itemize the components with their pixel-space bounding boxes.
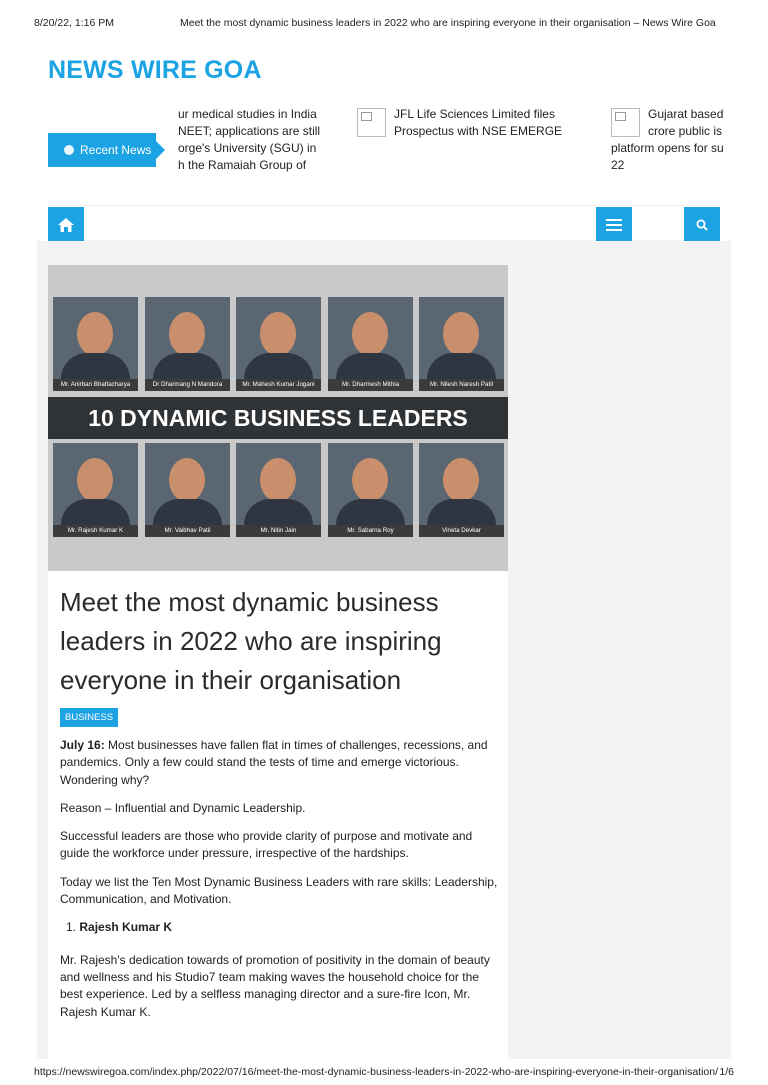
broken-image-icon bbox=[611, 108, 640, 137]
ticker-line: orge's University (SGU) in bbox=[178, 141, 317, 155]
article-body: July 16: Most businesses have fallen fla… bbox=[60, 737, 498, 1032]
leader-name: Mr. Vaibhav Patil bbox=[145, 525, 230, 537]
ticker-line: Prospectus with NSE EMERGE bbox=[394, 124, 563, 138]
paragraph: Reason – Influential and Dynamic Leaders… bbox=[60, 800, 306, 815]
ticker-line: Gujarat based bbox=[648, 107, 724, 121]
hamburger-menu-icon bbox=[606, 218, 622, 231]
ticker-line: crore public is bbox=[648, 124, 723, 138]
featured-image[interactable]: Mr. Anirban Bhattacharya Dr Dharmang N M… bbox=[48, 265, 508, 571]
leader-name: Mr. Anirban Bhattacharya bbox=[53, 379, 138, 391]
leader-name: Mr. Nilesh Naresh Patil bbox=[419, 379, 504, 391]
circle-icon bbox=[64, 145, 74, 155]
list-number: 1. bbox=[66, 920, 77, 935]
print-url: https://newswiregoa.com/index.php/2022/0… bbox=[34, 1066, 719, 1078]
recent-news-button[interactable]: Recent News bbox=[48, 133, 165, 167]
leader-photo: Mr. Dharmesh Mithia bbox=[328, 297, 413, 391]
ticker-item[interactable]: Gujarat based crore public is platform o… bbox=[611, 106, 724, 174]
search-button[interactable] bbox=[684, 207, 720, 242]
search-icon bbox=[696, 219, 708, 231]
leader-name: Mr. Dharmesh Mithia bbox=[328, 379, 413, 391]
hero-banner-title: 10 DYNAMIC BUSINESS LEADERS bbox=[48, 397, 508, 439]
ticker-line: platform opens for su bbox=[611, 141, 724, 155]
leader-photo: Mr. Vaibhav Patil bbox=[145, 443, 230, 537]
leader-photo: Mr. Nilesh Naresh Patil bbox=[419, 297, 504, 391]
lead-paragraph: July 16: Most businesses have fallen fla… bbox=[60, 737, 498, 789]
ticker-item[interactable]: JFL Life Sciences Limited files Prospect… bbox=[357, 106, 567, 140]
menu-button[interactable] bbox=[596, 207, 632, 242]
leader-name: Dr Dharmang N Mandora bbox=[145, 379, 230, 391]
broken-image-icon bbox=[357, 108, 386, 137]
ticker-line: h the Ramaiah Group of bbox=[178, 158, 307, 172]
leader-photo: Mr. Anirban Bhattacharya bbox=[53, 297, 138, 391]
ticker-line: ur medical studies in India bbox=[178, 107, 317, 121]
news-ticker: ur medical studies in India NEET; applic… bbox=[172, 106, 724, 178]
leader-photo: Vineta Devkar bbox=[419, 443, 504, 537]
list-item-title: Rajesh Kumar K bbox=[79, 920, 173, 935]
leader-photo: Dr Dharmang N Mandora bbox=[145, 297, 230, 391]
leader-photo: Mr. Rajesh Kumar K bbox=[53, 443, 138, 537]
ticker-item[interactable]: ur medical studies in India NEET; applic… bbox=[178, 106, 326, 174]
print-page-number: 1/6 bbox=[719, 1066, 734, 1078]
article-card: Mr. Anirban Bhattacharya Dr Dharmang N M… bbox=[48, 265, 508, 1059]
leader-name: Mr. Mahesh Kumar Jogani bbox=[236, 379, 321, 391]
category-badge[interactable]: BUSINESS bbox=[60, 708, 119, 727]
leader-name: Mr. Sabarna Roy bbox=[328, 525, 413, 537]
leader-photo: Mr. Mahesh Kumar Jogani bbox=[236, 297, 321, 391]
leader-photo: Mr. Nitin Jain bbox=[236, 443, 321, 537]
home-button[interactable] bbox=[48, 207, 84, 242]
ticker-line: NEET; applications are still bbox=[178, 124, 321, 138]
paragraph: Successful leaders are those who provide… bbox=[60, 829, 473, 861]
leader-name: Mr. Rajesh Kumar K bbox=[53, 525, 138, 537]
leader-name: Mr. Nitin Jain bbox=[236, 525, 321, 537]
ticker-line: 22 bbox=[611, 158, 625, 172]
site-title[interactable]: NEWS WIRE GOA bbox=[48, 56, 262, 85]
article-headline: Meet the most dynamic business leaders i… bbox=[60, 587, 442, 695]
print-page-title: Meet the most dynamic business leaders i… bbox=[180, 17, 716, 29]
lead-text: Most businesses have fallen flat in time… bbox=[60, 738, 488, 787]
recent-news-label: Recent News bbox=[80, 143, 152, 157]
lead-date: July 16: bbox=[60, 738, 105, 752]
home-icon bbox=[58, 217, 74, 232]
paragraph: Mr. Rajesh's dedication towards of promo… bbox=[60, 952, 490, 1019]
ticker-line: JFL Life Sciences Limited files bbox=[394, 107, 555, 121]
leader-name: Vineta Devkar bbox=[419, 525, 504, 537]
paragraph: Today we list the Ten Most Dynamic Busin… bbox=[60, 874, 498, 907]
list-item: 1. Rajesh Kumar K bbox=[66, 919, 498, 936]
print-datetime: 8/20/22, 1:16 PM bbox=[34, 17, 114, 29]
main-navbar bbox=[48, 205, 720, 242]
leader-photo: Mr. Sabarna Roy bbox=[328, 443, 413, 537]
